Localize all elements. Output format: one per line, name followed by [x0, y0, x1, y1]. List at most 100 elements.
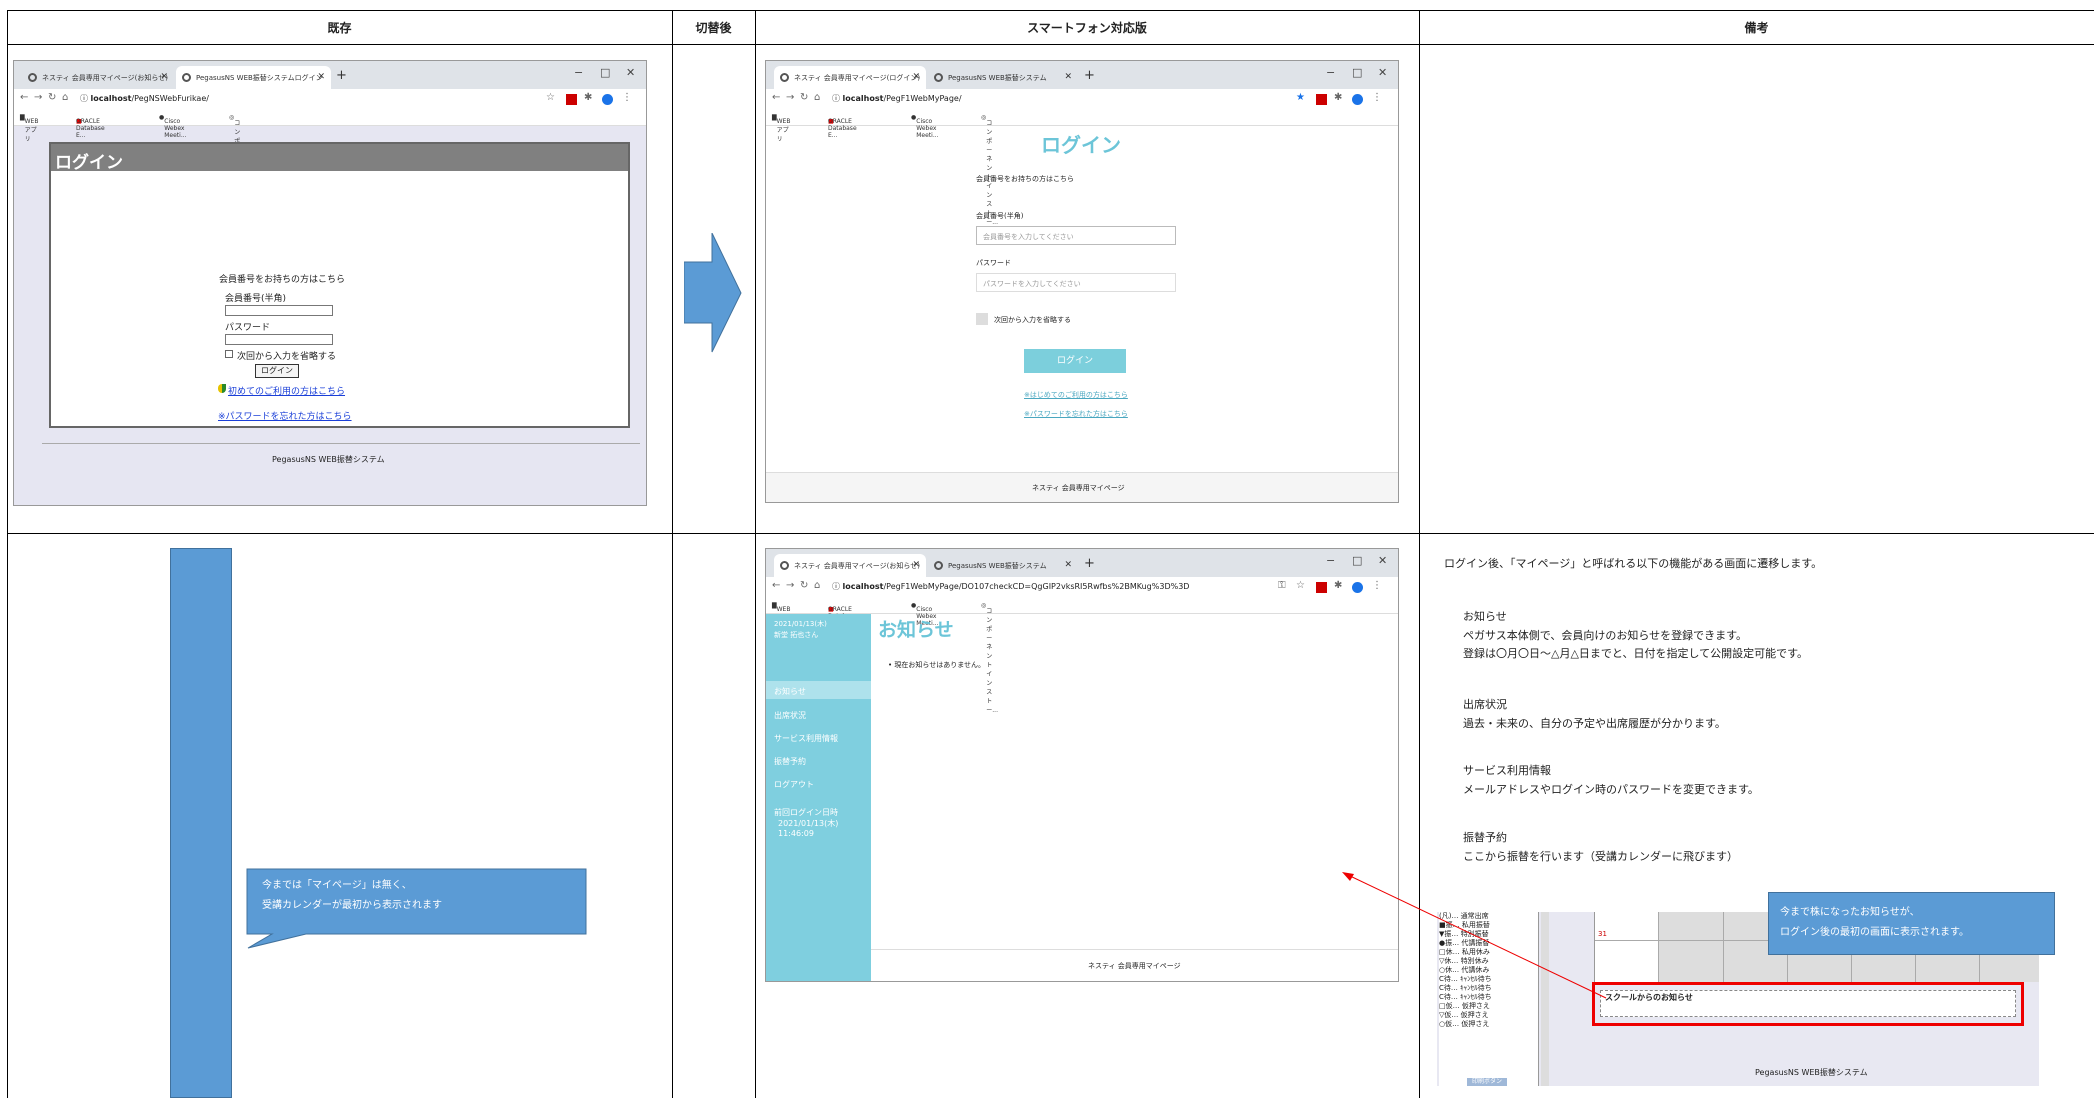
callout-right-line1: 今まで株になったお知らせが、	[1780, 907, 1920, 918]
new-tab-button[interactable]: +	[1084, 68, 1095, 83]
login-intro: 会員番号をお持ちの方はこちら	[976, 175, 1074, 183]
remark-title-notices: お知らせ	[1463, 610, 1507, 623]
sidebar-item-notices[interactable]: お知らせ	[774, 686, 806, 697]
key-icon[interactable]: ⚿	[1278, 580, 1286, 591]
last-login-time: 11:46:09	[778, 829, 814, 838]
footer-text: ネスティ 会員専用マイページ	[1088, 962, 1181, 970]
forgot-password-link[interactable]: ※パスワードを忘れた方はこちら	[218, 409, 352, 422]
star-icon[interactable]: ★	[1296, 92, 1305, 103]
browser-tab-active[interactable]: ネスティ 会員専用マイページ(お知らせ) ✕	[774, 554, 926, 577]
browser-tab-active[interactable]: PegasusNS WEB振替システムログイン ✕	[176, 66, 331, 89]
maximize-button[interactable]: □	[600, 66, 610, 79]
close-window-button[interactable]: ✕	[626, 66, 635, 79]
password-input[interactable]: パスワードを入力してください	[976, 273, 1176, 292]
bookmark-item[interactable]: ▇ WEBアプリ	[20, 114, 38, 143]
remember-label: 次回から入力を省略する	[237, 352, 337, 362]
bookmark-item[interactable]: ● Cisco Webex Meeti...	[159, 114, 187, 139]
header-after-switch: 切替後	[695, 20, 732, 35]
new-tab-button[interactable]: +	[1084, 556, 1095, 571]
back-icon[interactable]: ←	[20, 92, 28, 103]
close-window-button[interactable]: ✕	[1378, 554, 1387, 567]
close-window-button[interactable]: ✕	[1378, 66, 1387, 79]
home-icon[interactable]: ⌂	[814, 92, 820, 103]
avatar[interactable]	[602, 94, 613, 105]
tab-title: ネスティ 会員専用マイページ(お知らせ)	[42, 74, 168, 82]
bookmark-item[interactable]: ● Cisco Webex Meeti...	[911, 602, 939, 627]
reload-icon[interactable]: ↻	[800, 92, 808, 103]
star-icon[interactable]: ☆	[546, 92, 555, 103]
footer-text: PegasusNS WEB振替システム	[272, 455, 385, 464]
sidebar-user: 新堂 拓也さん	[774, 631, 819, 639]
new-login-screenshot: ネスティ 会員専用マイページ(ログイン) ✕ PegasusNS WEB振替システ…	[765, 60, 1399, 503]
forward-icon[interactable]: →	[34, 92, 42, 103]
close-icon[interactable]: ✕	[912, 72, 920, 82]
forward-icon[interactable]: →	[786, 92, 794, 103]
pdf-extension-icon[interactable]	[566, 94, 577, 105]
minimize-button[interactable]: −	[1326, 554, 1335, 567]
minimize-button[interactable]: −	[1326, 66, 1335, 79]
print-button[interactable]: 印刷ボタン	[1467, 1078, 1507, 1086]
minimize-button[interactable]: −	[574, 66, 583, 79]
new-tab-button[interactable]: +	[336, 68, 347, 83]
browser-tab[interactable]: ネスティ 会員専用マイページ(お知らせ) ✕	[22, 66, 174, 89]
pdf-extension-icon[interactable]	[1316, 582, 1327, 593]
browser-tab[interactable]: PegasusNS WEB振替システム ✕	[928, 66, 1078, 89]
reload-icon[interactable]: ↻	[800, 580, 808, 591]
back-icon[interactable]: ←	[772, 580, 780, 591]
address-field[interactable]: ⓘ localhost/PegF1WebMyPage/DO107checkCD=…	[832, 581, 1189, 592]
notice-bullet: • 現在お知らせはありません。	[888, 661, 986, 669]
remark-title-attendance: 出席状況	[1463, 698, 1507, 711]
login-button[interactable]: ログイン	[255, 364, 299, 378]
forgot-password-link[interactable]: ※パスワードを忘れた方はこちら	[1024, 409, 1128, 419]
close-icon[interactable]: ✕	[160, 72, 168, 82]
back-icon[interactable]: ←	[772, 92, 780, 103]
browser-tab[interactable]: PegasusNS WEB振替システム ✕	[928, 554, 1078, 577]
menu-icon[interactable]: ⋮	[622, 92, 632, 103]
address-field[interactable]: ⓘ localhost/PegNSWebFurikae/	[80, 93, 209, 104]
avatar[interactable]	[1352, 582, 1363, 593]
remember-checkbox[interactable]	[225, 350, 233, 358]
menu-icon[interactable]: ⋮	[1372, 580, 1382, 591]
bookmark-item[interactable]: ● Cisco Webex Meeti...	[911, 114, 939, 139]
bookmark-item[interactable]: ◎ コンポーネントインストー...	[981, 602, 998, 714]
star-icon[interactable]: ☆	[1296, 580, 1305, 591]
close-icon[interactable]: ✕	[912, 560, 920, 570]
maximize-button[interactable]: □	[1352, 554, 1362, 567]
reload-icon[interactable]: ↻	[48, 92, 56, 103]
header-smartphone-version: スマートフォン対応版	[1027, 20, 1147, 35]
globe-icon	[934, 73, 943, 82]
sidebar-item-logout[interactable]: ログアウト	[774, 779, 814, 790]
sidebar-item-transfer[interactable]: 振替予約	[774, 756, 806, 767]
bookmark-item[interactable]: ▇ WEBアプリ	[772, 114, 790, 143]
home-icon[interactable]: ⌂	[62, 92, 68, 103]
maximize-button[interactable]: □	[1352, 66, 1362, 79]
member-input[interactable]: 会員番号を入力してください	[976, 226, 1176, 245]
callout-left-line2: 受講カレンダーが最初から表示されます	[262, 900, 442, 911]
grid-line-h1	[7, 44, 2094, 45]
bookmark-item[interactable]: ◎ コンポーネントインストー...	[229, 114, 246, 226]
forward-icon[interactable]: →	[786, 580, 794, 591]
login-button[interactable]: ログイン	[1024, 349, 1126, 373]
remember-checkbox[interactable]	[976, 313, 988, 325]
close-icon[interactable]: ✕	[1064, 72, 1072, 82]
member-input[interactable]	[225, 305, 333, 316]
menu-icon[interactable]: ⋮	[1372, 92, 1382, 103]
address-field[interactable]: ⓘ localhost/PegF1WebMyPage/	[832, 93, 962, 104]
browser-tab-active[interactable]: ネスティ 会員専用マイページ(ログイン) ✕	[774, 66, 926, 89]
first-time-link[interactable]: 初めてのご利用の方はこちら	[228, 384, 345, 397]
close-icon[interactable]: ✕	[317, 72, 325, 82]
close-icon[interactable]: ✕	[1064, 560, 1072, 570]
sidebar-item-attendance[interactable]: 出席状況	[774, 710, 806, 721]
extensions-icon[interactable]: ✱	[584, 92, 592, 103]
arrow-right-icon	[684, 233, 742, 353]
first-time-link[interactable]: ※はじめてのご利用の方はこちら	[1024, 390, 1128, 400]
home-icon[interactable]: ⌂	[814, 580, 820, 591]
extensions-icon[interactable]: ✱	[1334, 580, 1342, 591]
extensions-icon[interactable]: ✱	[1334, 92, 1342, 103]
avatar[interactable]	[1352, 94, 1363, 105]
password-input[interactable]	[225, 334, 333, 345]
pdf-extension-icon[interactable]	[1316, 94, 1327, 105]
bookmark-item[interactable]: ▇ WEBアプリ	[772, 602, 790, 631]
sidebar-item-service-info[interactable]: サービス利用情報	[774, 733, 838, 744]
bookmark-item[interactable]: ◎ コンポーネントインストー...	[981, 114, 998, 226]
